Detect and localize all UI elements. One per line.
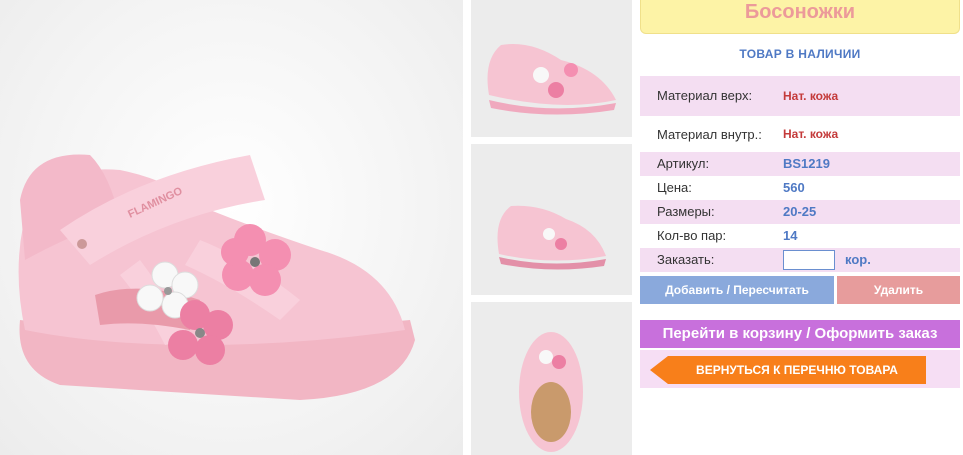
sandal-thumb-profile: [497, 205, 606, 270]
back-to-list-label: ВЕРНУТЬСЯ К ПЕРЕЧНЮ ТОВАРА: [696, 363, 898, 377]
sandal-thumb-side: [487, 44, 616, 115]
back-button-area: ВЕРНУТЬСЯ К ПЕРЕЧНЮ ТОВАРА: [640, 350, 960, 388]
add-recalculate-button[interactable]: Добавить / Пересчитать: [640, 276, 834, 304]
row-sizes: Размеры: 20-25: [640, 200, 960, 224]
sandal-illustration: FLAMINGO: [18, 154, 415, 400]
price-label: Цена:: [657, 180, 692, 195]
thumbnail-1[interactable]: [471, 0, 632, 137]
sizes-value: 20-25: [783, 204, 817, 219]
thumbnail-2[interactable]: [471, 144, 632, 295]
main-product-image[interactable]: FLAMINGO: [0, 0, 463, 455]
row-price: Цена: 560: [640, 176, 960, 200]
material-inner-value: Нат. кожа: [783, 127, 839, 141]
back-to-list-button[interactable]: ВЕРНУТЬСЯ К ПЕРЕЧНЮ ТОВАРА: [650, 356, 926, 384]
sandal-thumb-top: [519, 332, 583, 452]
order-label: Заказать:: [657, 252, 715, 267]
stock-status: ТОВАР В НАЛИЧИИ: [739, 47, 861, 61]
row-order: Заказать: кор.: [640, 248, 960, 272]
article-value: BS1219: [783, 156, 830, 171]
article-label: Артикул:: [657, 156, 710, 171]
delete-button[interactable]: Удалить: [837, 276, 960, 304]
sizes-label: Размеры:: [657, 204, 715, 219]
product-page: FLAMINGO Босоножки ТОВАР В НАЛИЧИИ Матер…: [0, 0, 963, 455]
material-inner-label: Материал внутр.:: [657, 127, 762, 142]
order-unit: кор.: [845, 252, 871, 267]
order-quantity-input[interactable]: [783, 250, 835, 270]
material-top-label: Материал верх:: [657, 88, 753, 103]
product-title: Босоножки: [640, 0, 960, 34]
pairs-value: 14: [783, 228, 798, 243]
row-material-inner: Материал внутр.: Нат. кожа: [640, 117, 960, 152]
price-value: 560: [783, 180, 805, 195]
go-to-cart-button[interactable]: Перейти в корзину / Оформить заказ: [640, 320, 960, 348]
row-material-top: Материал верх: Нат. кожа: [640, 76, 960, 116]
material-top-value: Нат. кожа: [783, 89, 839, 103]
row-article: Артикул: BS1219: [640, 152, 960, 176]
pairs-label: Кол-во пар:: [657, 228, 727, 243]
thumbnail-3[interactable]: [471, 302, 632, 455]
row-pairs: Кол-во пар: 14: [640, 224, 960, 248]
